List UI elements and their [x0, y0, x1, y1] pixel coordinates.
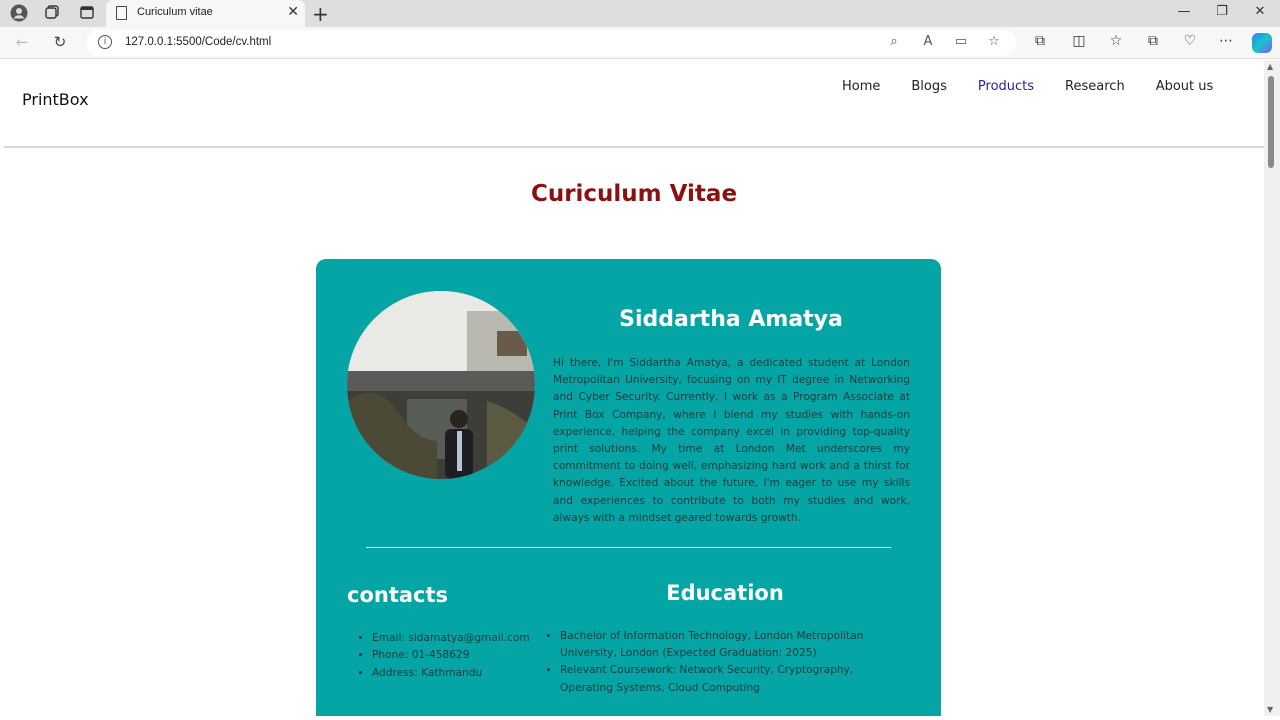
site-logo[interactable]: PrintBox: [22, 90, 89, 109]
scroll-thumb[interactable]: [1268, 76, 1274, 168]
contacts-heading: contacts: [347, 583, 449, 607]
browser-tab[interactable]: Curiculum vitae ✕: [106, 0, 305, 27]
education-list: Bachelor of Information Technology, Lond…: [560, 628, 905, 697]
favorite-star-icon[interactable]: ☆: [985, 34, 1003, 49]
browser-titlebar: Curiculum vitae ✕ + — ❐ ✕: [0, 0, 1280, 27]
address-bar[interactable]: i 127.0.0.1:5500/Code/cv.html ⌕ A ▭ ☆: [86, 30, 1016, 56]
reload-icon[interactable]: ↻: [50, 33, 70, 51]
profile-bio-text: Hi there, I'm Siddartha Amatya, a dedica…: [553, 357, 910, 524]
section-divider: [366, 547, 891, 548]
tab-title: Curiculum vitae: [137, 6, 213, 18]
scroll-up-icon[interactable]: ▲: [1267, 62, 1273, 71]
profile-icon[interactable]: [9, 4, 29, 24]
copilot-icon[interactable]: [1252, 33, 1272, 53]
nav-products[interactable]: Products: [978, 79, 1034, 94]
minimize-icon[interactable]: —: [1172, 4, 1196, 19]
nav-research[interactable]: Research: [1065, 79, 1125, 94]
split-screen-icon[interactable]: ◫: [1069, 33, 1089, 49]
contact-address: Address: Kathmandu: [372, 665, 530, 682]
close-tab-icon[interactable]: ✕: [287, 4, 299, 20]
scroll-down-icon[interactable]: ▼: [1267, 705, 1273, 714]
read-aloud-icon[interactable]: A: [919, 34, 937, 49]
tab-actions-icon[interactable]: [77, 4, 97, 24]
nav-blogs[interactable]: Blogs: [911, 79, 947, 94]
nav-about-us[interactable]: About us: [1156, 79, 1214, 94]
document-icon: [116, 6, 127, 20]
cv-card: Siddartha Amatya Hi there, I'm Siddartha…: [316, 259, 941, 716]
main-nav: Home Blogs Products Research About us: [842, 79, 1244, 94]
contact-email: Email: sidamatya@gmail.com: [372, 630, 530, 647]
more-menu-icon[interactable]: ⋯: [1216, 33, 1236, 49]
address-url[interactable]: 127.0.0.1:5500/Code/cv.html: [125, 36, 271, 48]
site-header: PrintBox Home Blogs Products Research Ab…: [4, 60, 1264, 148]
contacts-list: Email: sidamatya@gmail.com Phone: 01-458…: [372, 630, 530, 682]
collections-icon[interactable]: ⧉: [1143, 33, 1163, 49]
back-icon[interactable]: ←: [12, 33, 32, 51]
immersive-reader-icon[interactable]: ▭: [952, 34, 970, 49]
browser-essentials-icon[interactable]: ♡: [1180, 33, 1200, 49]
page-title: Curiculum Vitae: [530, 181, 738, 207]
zoom-icon[interactable]: ⌕: [885, 34, 903, 49]
page-scrollbar[interactable]: ▲ ▼: [1264, 60, 1280, 716]
workspaces-icon[interactable]: [42, 4, 62, 24]
extensions-icon[interactable]: ⧉: [1030, 33, 1050, 49]
close-window-icon[interactable]: ✕: [1248, 4, 1272, 19]
site-info-icon[interactable]: i: [98, 35, 112, 49]
education-item: Bachelor of Information Technology, Lond…: [560, 628, 905, 662]
nav-home[interactable]: Home: [842, 79, 880, 94]
new-tab-icon[interactable]: +: [312, 2, 329, 26]
education-item: Relevant Coursework: Network Security, C…: [560, 662, 905, 696]
profile-name: Siddartha Amatya: [619, 307, 843, 332]
page-viewport: PrintBox Home Blogs Products Research Ab…: [4, 60, 1264, 716]
education-heading: Education: [666, 581, 784, 605]
contact-phone: Phone: 01-458629: [372, 647, 530, 664]
favorites-icon[interactable]: ☆: [1106, 33, 1126, 49]
profile-bio: Hi there, I'm Siddartha Amatya, a dedica…: [347, 355, 910, 527]
restore-icon[interactable]: ❐: [1210, 4, 1234, 19]
